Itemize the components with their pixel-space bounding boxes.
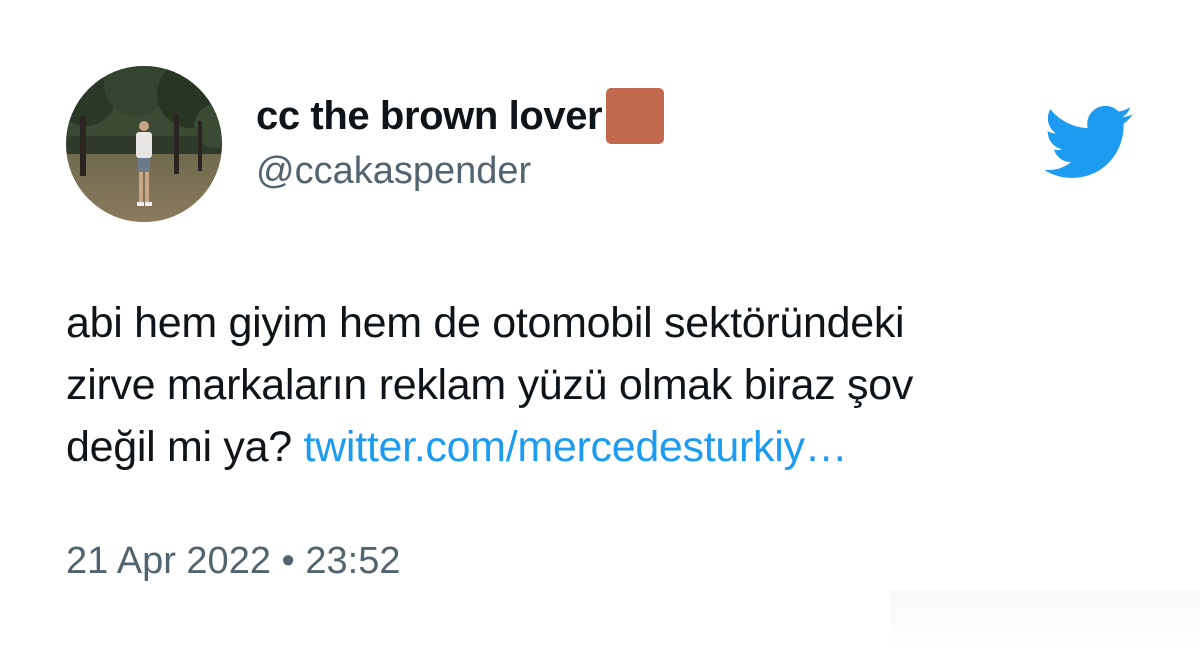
timestamp[interactable]: 21 Apr 2022 • 23:52 [66, 540, 400, 583]
tweet-text-fragment: değil mi ya? [66, 423, 292, 471]
background-shade [890, 590, 1200, 652]
tweet-text-line: abi hem giyim hem de otomobil sektöründe… [66, 299, 905, 347]
tweet-card: cc the brown lover @ccakaspender abi hem… [0, 0, 1200, 652]
tweet-text: abi hem giyim hem de otomobil sektöründe… [66, 292, 1126, 478]
brown-square-emoji [606, 88, 665, 144]
user-handle[interactable]: @ccakaspender [256, 150, 531, 193]
avatar[interactable] [66, 66, 222, 222]
tweet-text-line: zirve markaların reklam yüzü olmak biraz… [66, 361, 914, 409]
tweet-text-line: değil mi ya? twitter.com/mercedesturkiy… [66, 416, 1126, 478]
twitter-bird-icon [1044, 104, 1134, 182]
tweet-link[interactable]: twitter.com/mercedesturkiy… [304, 423, 848, 471]
display-name[interactable]: cc the brown lover [256, 94, 603, 139]
profile-photo [66, 66, 222, 222]
display-name-row: cc the brown lover [256, 86, 665, 146]
